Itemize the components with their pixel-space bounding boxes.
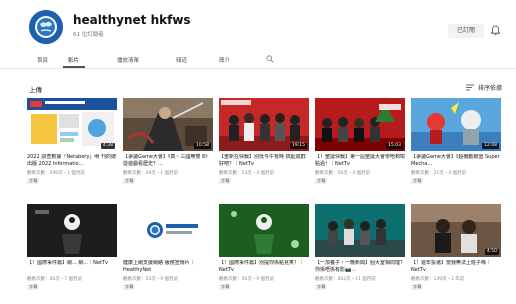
- video-title[interactable]: 【！國際事件篇】網... 網...｜NetTv: [27, 260, 117, 274]
- active-tab-indicator: [63, 66, 85, 68]
- captions-badge: 字幕: [411, 178, 424, 184]
- group-masks-thumbnail-icon[interactable]: 19:15: [219, 98, 309, 151]
- captions-badge: 字幕: [315, 178, 328, 184]
- video-meta: 觀看次數：139次・1 年前: [411, 277, 465, 282]
- tab-about[interactable]: 簡介: [219, 56, 230, 64]
- video-meta: 觀看次數：56次・9 個月前: [219, 277, 275, 282]
- classroom-thumbnail-icon[interactable]: [315, 204, 405, 257]
- video-duration: 15:03: [386, 143, 403, 149]
- video-title[interactable]: 【！聖誕快戰】第一屆聖誕大會學唔到咁點過！｜NetTv: [315, 154, 405, 168]
- video-meta: 觀看次數：10次・9 個月前: [123, 277, 179, 282]
- video-duration: 4:50: [484, 249, 499, 255]
- game-warrior-thumbnail-icon[interactable]: 10:58: [123, 98, 213, 151]
- channel-page: healthynet hkfws 61 位訂閱者 已訂閱 首頁 影片 播放清單 …: [0, 0, 516, 304]
- video-card[interactable]: 【一加養子・一晚新聞】個大室相問理？你係唔係有影📷... 觀看次數：402次・1…: [315, 204, 405, 302]
- subscriber-count: 61 位訂閱者: [73, 32, 104, 38]
- video-meta: 觀看次數：40次・7 個月前: [27, 277, 83, 282]
- video-meta: 觀看次數：53次・3 個月前: [219, 171, 275, 176]
- video-card[interactable]: 【！國際事件篇】網... 網...｜NetTv 觀看次數：40次・7 個月前 字…: [27, 204, 117, 302]
- captions-badge: 字幕: [219, 284, 232, 290]
- video-meta: 觀看次數：21次・3 個月前: [411, 171, 467, 176]
- captions-badge: 字幕: [27, 178, 40, 184]
- dark-avatar-thumbnail-icon[interactable]: [27, 204, 117, 257]
- green-avatar-thumbnail-icon[interactable]: [219, 204, 309, 257]
- video-card[interactable]: 12:08 【爭議Game大會】《超機動聯盟 Super Mecha... 觀看…: [411, 98, 501, 196]
- tab-videos[interactable]: 影片: [68, 56, 79, 64]
- captions-badge: 字幕: [123, 284, 136, 290]
- video-card[interactable]: 10:58 【爭議Game大會】《真・三國無雙 8》從遊戲看歷史？... 觀看次…: [123, 98, 213, 196]
- captions-badge: 字幕: [411, 284, 424, 290]
- video-duration: 10:58: [194, 143, 211, 149]
- video-card[interactable]: 健康上網支援網絡 服務宣傳片｜HealthyNet 觀看次數：10次・9 個月前…: [123, 204, 213, 302]
- video-title[interactable]: 【爭議Game大會】《超機動聯盟 Super Mecha...: [411, 154, 501, 168]
- video-duration: 19:15: [290, 143, 307, 149]
- video-card[interactable]: 19:15 【重新在快戰】別低今午有時 搞起成群好吧？｜NetTv 觀看次數：5…: [219, 98, 309, 196]
- video-card[interactable]: 4:38 2022 調查數據「Netabery」明 刊的總出版 2022 Inf…: [27, 98, 117, 196]
- tab-home[interactable]: 首頁: [37, 56, 48, 64]
- channel-tab-bar: 首頁 影片 播放清單 頻道 簡介: [0, 52, 516, 69]
- video-title[interactable]: 【！遊年投選】當我無法上班子嗎｜NetTv: [411, 260, 501, 274]
- globe-logo-icon: [29, 10, 63, 44]
- two-people-thumbnail-icon[interactable]: 4:50: [411, 204, 501, 257]
- video-card[interactable]: 15:03 【！聖誕快戰】第一屆聖誕大會學唔到咁點過！｜NetTv 觀看次數：5…: [315, 98, 405, 196]
- video-duration: 12:08: [482, 143, 499, 149]
- mecha-game-thumbnail-icon[interactable]: 12:08: [411, 98, 501, 151]
- video-card[interactable]: 【！國際事件篇】別提你係點見笑！｜NetTv 觀看次數：56次・9 個月前 字幕: [219, 204, 309, 302]
- video-title[interactable]: 健康上網支援網絡 服務宣傳片｜HealthyNet: [123, 260, 213, 274]
- video-meta: 觀看次數：296次・1 個月前: [27, 171, 85, 176]
- bell-icon[interactable]: [491, 25, 500, 36]
- video-title[interactable]: 2022 調查數據「Netabery」明 刊的總出版 2022 Informat…: [27, 154, 117, 168]
- video-meta: 觀看次數：49次・1 個月前: [123, 171, 179, 176]
- healthynet-logo-thumbnail-icon[interactable]: [123, 204, 213, 257]
- tab-playlists[interactable]: 播放清單: [117, 56, 139, 64]
- video-meta: 觀看次數：56次・3 個月前: [315, 171, 371, 176]
- captions-badge: 字幕: [219, 178, 232, 184]
- captions-badge: 字幕: [315, 284, 328, 290]
- channel-name: healthynet hkfws: [73, 13, 191, 27]
- uploads-heading: 上傳: [29, 86, 42, 94]
- channel-avatar[interactable]: [29, 10, 63, 44]
- video-title[interactable]: 【一加養子・一晚新聞】個大室相問理？你係唔係有影📷...: [315, 260, 405, 274]
- video-title[interactable]: 【重新在快戰】別低今午有時 搞起成群好吧？｜NetTv: [219, 154, 309, 168]
- search-icon[interactable]: [266, 55, 274, 63]
- video-meta: 觀看次數：402次・11 個月前: [315, 277, 376, 282]
- tab-channels[interactable]: 頻道: [176, 56, 187, 64]
- christmas-thumbnail-icon[interactable]: 15:03: [315, 98, 405, 151]
- captions-badge: 字幕: [123, 178, 136, 184]
- captions-badge: 字幕: [27, 284, 40, 290]
- survey-thumbnail-icon[interactable]: 4:38: [27, 98, 117, 151]
- channel-header: healthynet hkfws 61 位訂閱者 已訂閱: [0, 0, 516, 50]
- video-title[interactable]: 【！國際事件篇】別提你係點見笑！｜NetTv: [219, 260, 309, 274]
- video-title[interactable]: 【爭議Game大會】《真・三國無雙 8》從遊戲看歷史？...: [123, 154, 213, 168]
- video-card[interactable]: 4:50 【！遊年投選】當我無法上班子嗎｜NetTv 觀看次數：139次・1 年…: [411, 204, 501, 302]
- subscribed-button[interactable]: 已訂閱: [448, 24, 484, 38]
- video-duration: 4:38: [100, 143, 115, 149]
- sort-label: 排序依據: [478, 85, 503, 92]
- sort-icon: [466, 84, 474, 91]
